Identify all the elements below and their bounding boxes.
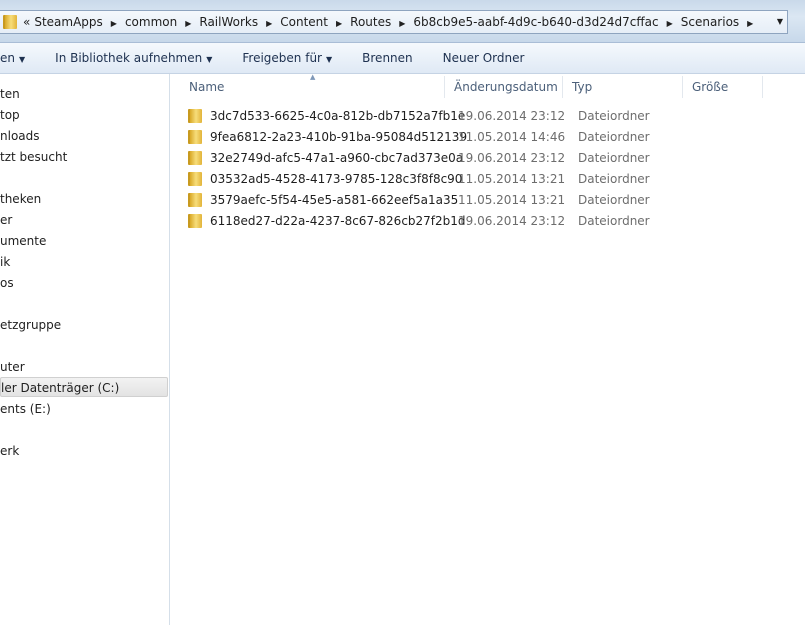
breadcrumb: SteamApps ▶ common ▶ RailWorks ▶ Content ▶ Route… — [34, 15, 761, 29]
file-name: 3579aefc-5f54-45e5-a581-662eef5a1a35 — [210, 192, 459, 207]
column-date[interactable]: Änderungsdatum — [445, 76, 563, 98]
file-date: 19.06.2014 23:12 — [458, 108, 566, 123]
column-size[interactable]: Größe — [683, 76, 763, 98]
chevron-down-icon: ▼ — [206, 55, 213, 64]
chevron-right-icon[interactable]: ▶ — [111, 19, 117, 28]
nav-item[interactable]: ler Datenträger (C:) — [0, 377, 168, 397]
chevron-right-icon[interactable]: ▶ — [336, 19, 342, 28]
file-date: 11.05.2014 14:46 — [458, 129, 566, 144]
file-name: 6118ed27-d22a-4237-8c67-826cb27f2b1d — [210, 213, 466, 228]
address-bar[interactable]: « SteamApps ▶ common ▶ RailWorks ▶ Content ▶ Rou… — [0, 10, 788, 34]
nav-item[interactable]: theken — [0, 189, 168, 209]
nav-item[interactable]: erk — [0, 441, 168, 461]
nav-item[interactable]: tzt besucht — [0, 147, 168, 167]
file-row[interactable]: 03532ad5-4528-4173-9785-128c3f8f8c90 11.0… — [188, 168, 698, 189]
breadcrumb-overflow[interactable]: « — [23, 15, 30, 29]
column-type[interactable]: Typ — [563, 76, 683, 98]
library-button[interactable]: In Bibliothek aufnehmen ▼ — [40, 51, 227, 65]
file-date: 19.06.2014 23:12 — [458, 150, 566, 165]
nav-item[interactable]: er — [0, 210, 168, 230]
new-folder-button[interactable]: Neuer Ordner — [428, 51, 540, 65]
breadcrumb-item[interactable]: Content — [280, 15, 328, 29]
nav-item[interactable]: uter — [0, 357, 168, 377]
share-button[interactable]: Freigeben für ▼ — [227, 51, 347, 65]
chevron-down-icon[interactable]: ▼ — [777, 17, 783, 26]
organize-label: en — [0, 51, 15, 65]
burn-button[interactable]: Brennen — [347, 51, 427, 65]
chevron-right-icon[interactable]: ▶ — [399, 19, 405, 28]
file-type: Dateiordner — [578, 171, 650, 186]
file-type: Dateiordner — [578, 150, 650, 165]
nav-item[interactable]: ten — [0, 84, 168, 104]
breadcrumb-item[interactable]: common — [125, 15, 177, 29]
file-row[interactable]: 32e2749d-afc5-47a1-a960-cbc7ad373e0a 19.0… — [188, 147, 698, 168]
breadcrumb-item[interactable]: SteamApps — [34, 15, 102, 29]
chevron-down-icon: ▼ — [326, 55, 333, 64]
chevron-right-icon[interactable]: ▶ — [747, 19, 753, 28]
column-name[interactable]: Name — [180, 76, 445, 98]
nav-item[interactable]: os — [0, 273, 168, 293]
breadcrumb-item[interactable]: Routes — [350, 15, 391, 29]
file-name: 03532ad5-4528-4173-9785-128c3f8f8c90 — [210, 171, 463, 186]
folder-icon — [188, 129, 202, 144]
address-bar-area: « SteamApps ▶ common ▶ RailWorks ▶ Content ▶ Rou… — [0, 0, 805, 42]
file-row[interactable]: 9fea6812-2a23-410b-91ba-95084d512139 11.0… — [188, 126, 698, 147]
command-bar: en ▼ In Bibliothek aufnehmen ▼ Freigeben f… — [0, 42, 805, 74]
chevron-right-icon[interactable]: ▶ — [185, 19, 191, 28]
chevron-right-icon[interactable]: ▶ — [266, 19, 272, 28]
nav-item[interactable]: ents (E:) — [0, 399, 168, 419]
chevron-right-icon[interactable]: ▶ — [667, 19, 673, 28]
folder-icon — [188, 171, 202, 186]
folder-icon — [3, 15, 17, 29]
navigation-pane: ten top nloads tzt besucht theken er umente ik o… — [0, 74, 170, 625]
nav-item[interactable]: ik — [0, 252, 168, 272]
file-date: 19.06.2014 23:12 — [458, 213, 566, 228]
folder-icon — [188, 150, 202, 165]
file-type: Dateiordner — [578, 213, 650, 228]
file-type: Dateiordner — [578, 108, 650, 123]
folder-icon — [188, 192, 202, 207]
file-date: 11.05.2014 13:21 — [458, 171, 566, 186]
organize-button[interactable]: en ▼ — [0, 51, 40, 65]
file-row[interactable]: 3dc7d533-6625-4c0a-812b-db7152a7fb1e 19.0… — [188, 105, 698, 126]
share-label: Freigeben für — [242, 51, 322, 65]
chevron-down-icon: ▼ — [19, 55, 26, 64]
breadcrumb-item[interactable]: RailWorks — [199, 15, 258, 29]
column-header: Name Änderungsdatum Typ Größe — [180, 76, 763, 98]
nav-item[interactable]: etzgruppe — [0, 315, 168, 335]
library-label: In Bibliothek aufnehmen — [55, 51, 203, 65]
file-type: Dateiordner — [578, 129, 650, 144]
breadcrumb-item[interactable]: Scenarios — [681, 15, 739, 29]
folder-icon — [188, 213, 202, 228]
nav-item[interactable]: umente — [0, 231, 168, 251]
file-name: 3dc7d533-6625-4c0a-812b-db7152a7fb1e — [210, 108, 466, 123]
breadcrumb-item[interactable]: 6b8cb9e5-aabf-4d9c-b640-d3d24d7cffac — [413, 15, 658, 29]
folder-icon — [188, 108, 202, 123]
file-name: 9fea6812-2a23-410b-91ba-95084d512139 — [210, 129, 468, 144]
nav-item[interactable]: top — [0, 105, 168, 125]
nav-item[interactable]: nloads — [0, 126, 168, 146]
file-row[interactable]: 3579aefc-5f54-45e5-a581-662eef5a1a35 11.0… — [188, 189, 698, 210]
file-date: 11.05.2014 13:21 — [458, 192, 566, 207]
file-name: 32e2749d-afc5-47a1-a960-cbc7ad373e0a — [210, 150, 464, 165]
file-type: Dateiordner — [578, 192, 650, 207]
file-row[interactable]: 6118ed27-d22a-4237-8c67-826cb27f2b1d 19.0… — [188, 210, 698, 231]
